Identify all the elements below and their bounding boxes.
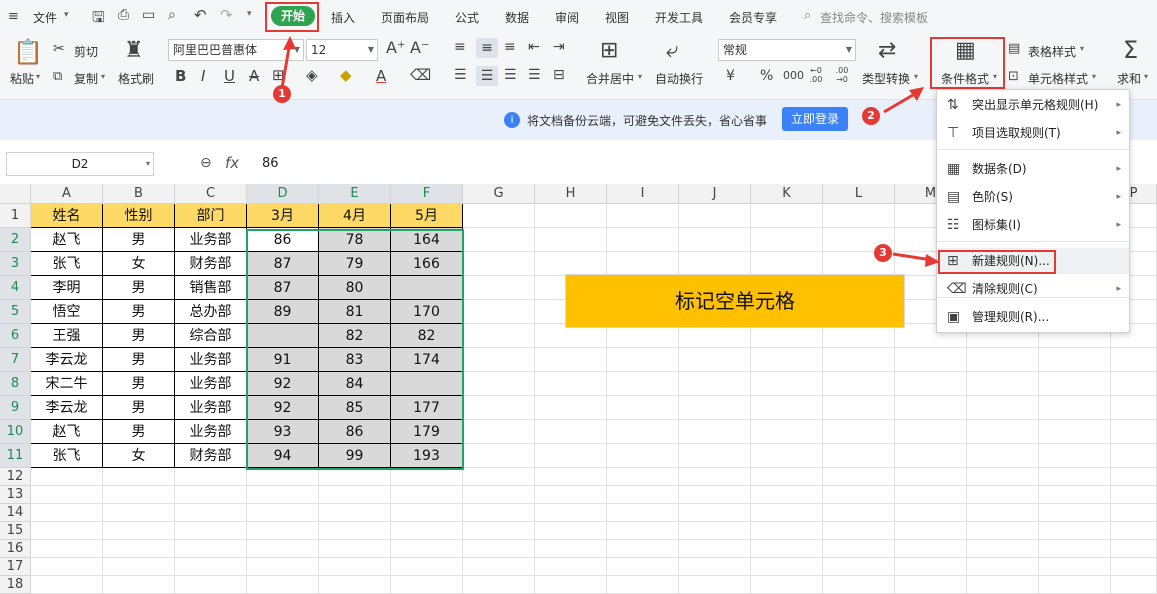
callout-badge-2: 2	[862, 107, 880, 125]
arrowhead-1	[283, 36, 296, 50]
callout-badge-1: 1	[273, 85, 291, 103]
callout-arrows	[280, 36, 940, 267]
callout-badge-3: 3	[874, 244, 892, 262]
arrowhead-3	[925, 254, 940, 267]
arrowhead-2	[909, 87, 924, 101]
